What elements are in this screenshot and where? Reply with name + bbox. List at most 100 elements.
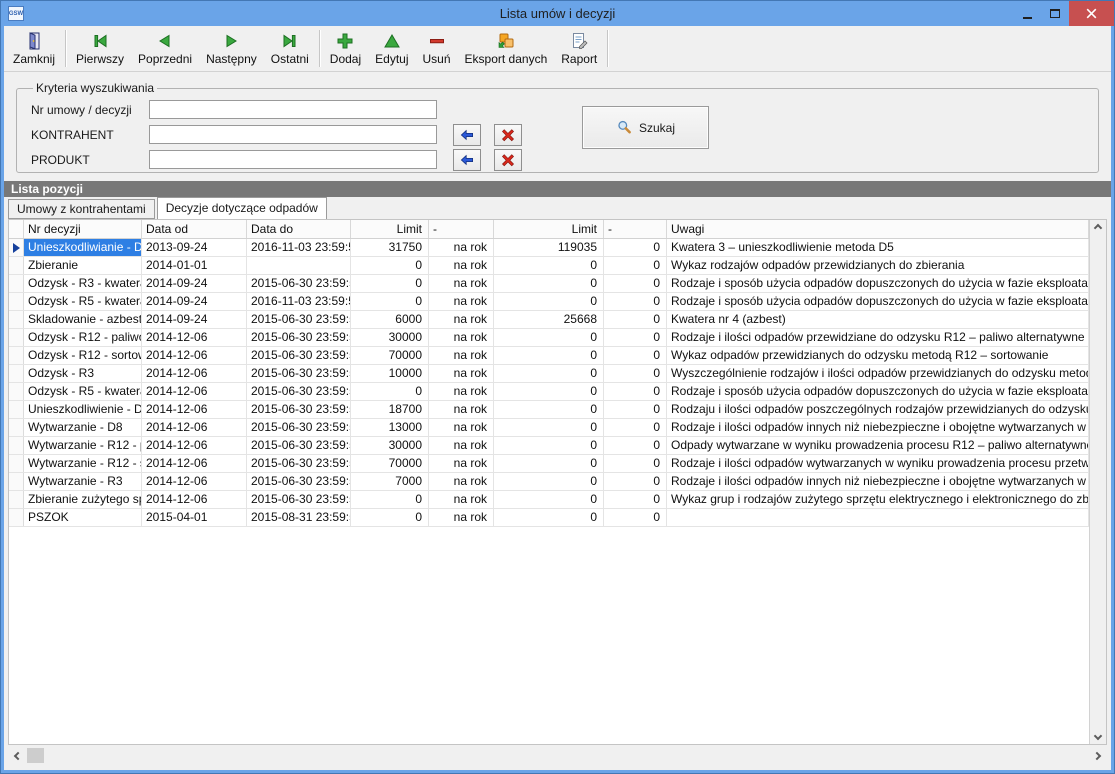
toolbar-label: Edytuj [375,52,408,66]
table-row[interactable]: Wytwarzanie - D82014-12-062015-06-30 23:… [9,419,1089,437]
table-cell: na rok [429,401,494,418]
column-header[interactable]: - [604,220,667,238]
criteria-legend: Kryteria wyszukiwania [33,81,157,95]
minimize-button[interactable] [1013,1,1041,26]
table-cell: Zbieranie [24,257,142,274]
kontrahent-pick-button[interactable] [453,124,481,146]
table-cell: 0 [494,293,604,310]
table-cell: 0 [604,239,667,256]
table-cell: Odzysk - R12 - sortowanie [24,347,142,364]
table-cell: 30000 [351,329,429,346]
table-cell: na rok [429,455,494,472]
column-header[interactable]: Uwagi [667,220,1089,238]
table-cell: Zbieranie zużytego sprzęt [24,491,142,508]
column-header[interactable]: Limit [494,220,604,238]
table-row[interactable]: Unieszkodliwianie - D5 - kw2013-09-24201… [9,239,1089,257]
horizontal-scrollbar-thumb[interactable] [27,748,44,763]
search-criteria-section: Kryteria wyszukiwania Nr umowy / decyzji… [4,72,1111,176]
scroll-left-icon[interactable] [14,751,22,759]
table-row[interactable]: Odzysk - R3 - kwatera 32014-09-242015-06… [9,275,1089,293]
window-title: Lista umów i decyzji [1,6,1114,21]
column-header[interactable]: Limit [351,220,429,238]
titlebar[interactable]: GSW Lista umów i decyzji [1,1,1114,26]
previous-record-button[interactable]: Poprzedni [131,27,199,70]
table-row[interactable]: Unieszkodliwienie - D82014-12-062015-06-… [9,401,1089,419]
table-cell: 2014-12-06 [142,455,247,472]
close-button[interactable] [1069,1,1114,26]
report-button[interactable]: Raport [554,27,604,70]
table-cell: na rok [429,437,494,454]
export-data-button[interactable]: Eksport danych [458,27,555,70]
table-row[interactable]: PSZOK2015-04-012015-08-31 23:59:590na ro… [9,509,1089,527]
table-cell: Odzysk - R5 - kwatera 4 [24,383,142,400]
table-row[interactable]: Odzysk - R32014-12-062015-06-30 23:59:59… [9,365,1089,383]
table-row[interactable]: Wytwarzanie - R32014-12-062015-06-30 23:… [9,473,1089,491]
toolbar-label: Pierwszy [76,52,124,66]
table-cell: Odzysk - R5 - kwatera 3 [24,293,142,310]
table-row[interactable]: Odzysk - R5 - kwatera 32014-09-242016-11… [9,293,1089,311]
column-header[interactable]: Data do [247,220,351,238]
produkt-clear-button[interactable] [494,149,522,171]
table-cell: 0 [351,491,429,508]
table-row[interactable]: Odzysk - R12 - paliwo alte2014-12-062015… [9,329,1089,347]
table-cell: 0 [351,257,429,274]
table-cell: 0 [604,509,667,526]
contract-number-input[interactable] [149,100,437,119]
search-button[interactable]: Szukaj [582,106,709,149]
table-cell: 0 [494,257,604,274]
table-cell: na rok [429,311,494,328]
produkt-input[interactable] [149,150,437,169]
table-cell: 2015-06-30 23:59:59 [247,383,351,400]
row-marker [9,437,24,454]
next-record-button[interactable]: Następny [199,27,264,70]
delete-button[interactable]: Usuń [416,27,458,70]
table-row[interactable]: Wytwarzanie - R12 - sorto2014-12-062015-… [9,455,1089,473]
table-row[interactable]: Wytwarzanie - R12 - paliw2014-12-062015-… [9,437,1089,455]
produkt-pick-button[interactable] [453,149,481,171]
scroll-right-icon[interactable] [1093,751,1101,759]
criteria-groupbox: Kryteria wyszukiwania Nr umowy / decyzji… [16,81,1099,173]
table-row[interactable]: Skladowanie - azbest - kw2014-09-242015-… [9,311,1089,329]
edit-button[interactable]: Edytuj [368,27,415,70]
table-cell: 0 [494,347,604,364]
arrow-left-icon [459,152,475,168]
close-form-button[interactable]: Zamknij [6,27,62,70]
table-cell: 13000 [351,419,429,436]
maximize-button[interactable] [1041,1,1069,26]
table-cell: Odzysk - R3 [24,365,142,382]
add-button[interactable]: Dodaj [323,27,368,70]
table-cell: na rok [429,383,494,400]
table-cell: na rok [429,419,494,436]
table-row[interactable]: Zbieranie zużytego sprzęt2014-12-062015-… [9,491,1089,509]
kontrahent-input[interactable] [149,125,437,144]
tab-decyzje-dotyczace-odpadow[interactable]: Decyzje dotyczące odpadów [157,197,327,219]
scroll-down-icon[interactable] [1094,732,1102,740]
column-header[interactable]: Nr decyzji [24,220,142,238]
table-cell: 6000 [351,311,429,328]
first-record-button[interactable]: Pierwszy [69,27,131,70]
table-cell [667,509,1089,526]
table-cell: 2016-11-03 23:59:59 [247,293,351,310]
table-cell: 2014-12-06 [142,401,247,418]
table-cell: 2015-06-30 23:59:59 [247,365,351,382]
kontrahent-clear-button[interactable] [494,124,522,146]
table-cell: Wykaz grup i rodzajów zużytego sprzętu e… [667,491,1089,508]
table-cell: 30000 [351,437,429,454]
table-row[interactable]: Zbieranie2014-01-010na rok00Wykaz rodzaj… [9,257,1089,275]
table-cell: 0 [604,311,667,328]
tab-umowy-z-kontrahentami[interactable]: Umowy z kontrahentami [8,199,155,219]
column-header[interactable]: Data od [142,220,247,238]
row-marker [9,383,24,400]
scroll-up-icon[interactable] [1094,224,1102,232]
vertical-scrollbar[interactable] [1089,220,1106,744]
table-row[interactable]: Odzysk - R12 - sortowanie2014-12-062015-… [9,347,1089,365]
column-header[interactable]: - [429,220,494,238]
table-row[interactable]: Odzysk - R5 - kwatera 42014-12-062015-06… [9,383,1089,401]
table-cell: 0 [604,383,667,400]
row-marker [9,365,24,382]
grid-body: Unieszkodliwianie - D5 - kw2013-09-24201… [9,239,1089,744]
last-record-button[interactable]: Ostatni [264,27,316,70]
arrow-left-icon [459,127,475,143]
toolbar-label: Poprzedni [138,52,192,66]
horizontal-scrollbar[interactable] [8,747,1107,764]
